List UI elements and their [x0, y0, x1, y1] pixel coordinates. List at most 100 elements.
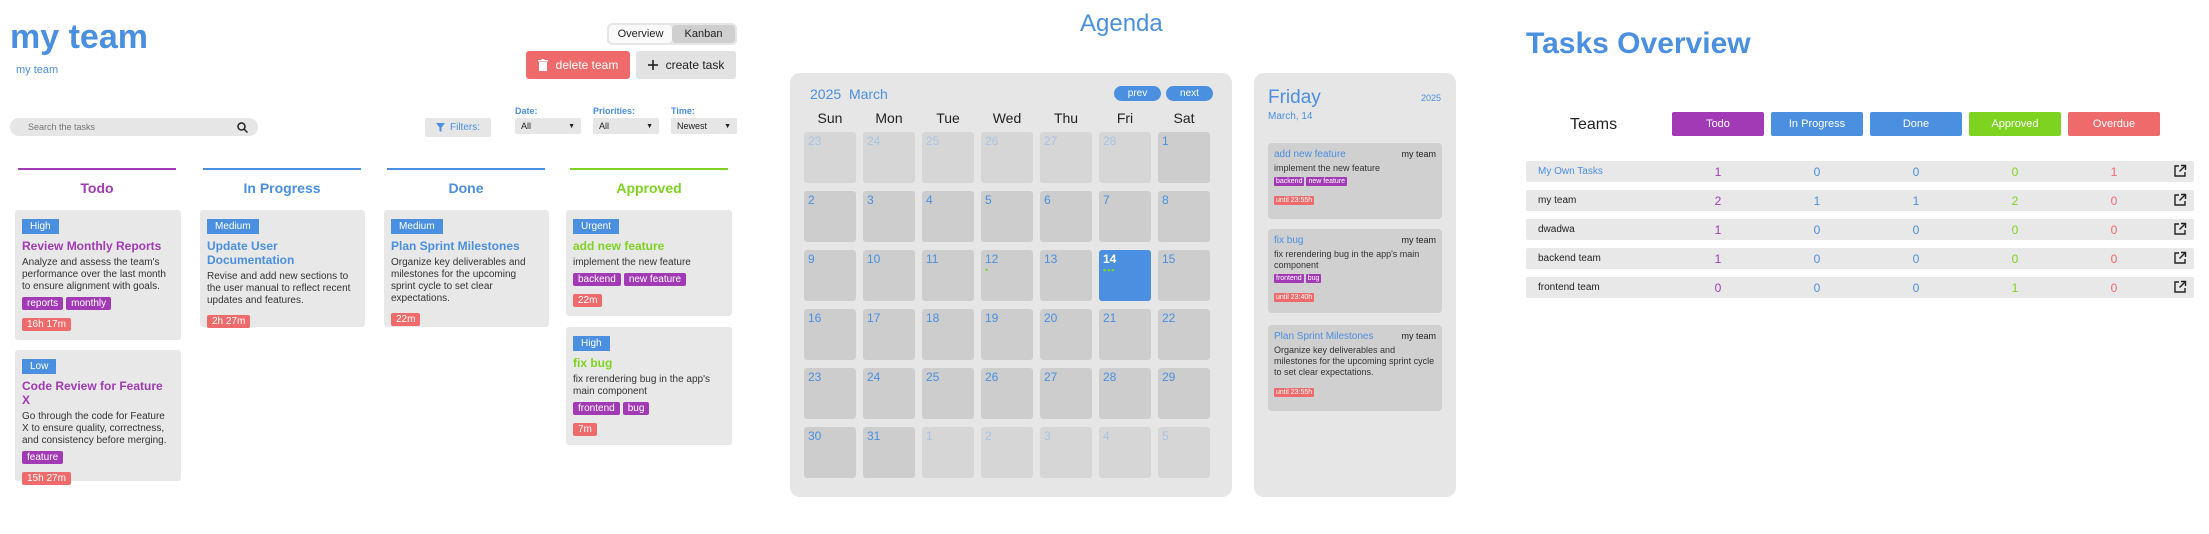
column-header-todo: Todo — [18, 168, 176, 196]
calendar-day[interactable]: 28 — [1099, 132, 1151, 183]
column-header-done: Done — [387, 168, 545, 196]
calendar-day[interactable]: 13 — [1040, 250, 1092, 301]
calendar-day[interactable]: 10 — [863, 250, 915, 301]
calendar-day[interactable]: 21 — [1099, 309, 1151, 360]
next-month-button[interactable]: next — [1166, 86, 1213, 101]
calendar-day[interactable]: 27 — [1040, 132, 1092, 183]
calendar-day[interactable]: 25 — [922, 368, 974, 419]
count-approved: 1 — [2011, 281, 2019, 295]
team-name[interactable]: dwadwa — [1538, 224, 1575, 235]
day-number: 4 — [1103, 429, 1110, 443]
calendar-day[interactable]: 4 — [1099, 427, 1151, 478]
tag: frontend — [573, 402, 620, 415]
external-link-icon[interactable] — [2173, 193, 2187, 207]
day-detail-panel: Friday 2025 March, 14 add new feature my… — [1254, 73, 1456, 497]
day-task-title: add new feature — [1274, 149, 1346, 160]
priority-badge: Medium — [207, 219, 259, 234]
count-approved: 0 — [2011, 165, 2019, 179]
calendar-day[interactable]: 25 — [922, 132, 974, 183]
time-select[interactable]: Newest ▼ — [671, 118, 737, 134]
day-task-team: my team — [1401, 235, 1436, 245]
priority-badge: Low — [22, 359, 57, 374]
calendar-day[interactable]: 2 — [804, 191, 856, 242]
calendar-day[interactable]: 28 — [1099, 368, 1151, 419]
calendar-day[interactable]: 7 — [1099, 191, 1151, 242]
external-link-icon[interactable] — [2173, 280, 2187, 294]
day-number: 25 — [926, 370, 940, 384]
overview-row: backend team 1 0 0 0 0 — [1526, 248, 2194, 269]
calendar-day[interactable]: 4 — [922, 191, 974, 242]
day-task-card[interactable]: add new feature my team implement the ne… — [1268, 143, 1442, 219]
calendar-day[interactable]: 24 — [863, 368, 915, 419]
calendar-day[interactable]: 6 — [1040, 191, 1092, 242]
calendar-day[interactable]: 20 — [1040, 309, 1092, 360]
external-link-icon[interactable] — [2173, 222, 2187, 236]
calendar-day[interactable]: 1 — [922, 427, 974, 478]
calendar-day[interactable]: 23 — [804, 368, 856, 419]
day-number: 25 — [926, 134, 940, 148]
task-card[interactable]: High Review Monthly Reports Analyze and … — [15, 210, 181, 340]
day-number: 18 — [926, 311, 940, 325]
calendar-day[interactable]: 15 — [1158, 250, 1210, 301]
filters-button[interactable]: Filters: — [425, 118, 491, 137]
calendar-day[interactable]: 24 — [863, 132, 915, 183]
day-number: 14 — [1103, 252, 1117, 266]
time-remaining: 22m — [391, 313, 421, 326]
calendar-day[interactable]: 1 — [1158, 132, 1210, 183]
prev-month-button[interactable]: prev — [1114, 86, 1161, 101]
calendar-day[interactable]: 3 — [1040, 427, 1092, 478]
calendar-day[interactable]: 23 — [804, 132, 856, 183]
create-task-button[interactable]: create task — [636, 51, 736, 79]
team-name[interactable]: My Own Tasks — [1538, 166, 1603, 177]
team-name[interactable]: frontend team — [1538, 282, 1600, 293]
day-task-card[interactable]: fix bug my team fix rerendering bug in t… — [1268, 229, 1442, 313]
calendar-day[interactable]: 11 — [922, 250, 974, 301]
calendar-day[interactable]: 31 — [863, 427, 915, 478]
calendar-day[interactable]: 3 — [863, 191, 915, 242]
calendar-day[interactable]: 30 — [804, 427, 856, 478]
calendar-day[interactable]: 29 — [1158, 368, 1210, 419]
tag-list: frontend bug — [1274, 274, 1436, 283]
day-number: 1 — [926, 429, 933, 443]
day-task-description: implement the new feature — [1274, 163, 1381, 173]
search-icon[interactable] — [237, 121, 248, 133]
calendar-day[interactable]: 9 — [804, 250, 856, 301]
delete-team-button[interactable]: delete team — [526, 51, 630, 79]
calendar-day[interactable]: 26 — [981, 368, 1033, 419]
calendar-day[interactable]: 22 — [1158, 309, 1210, 360]
count-in-progress: 0 — [1813, 223, 1821, 237]
calendar-day[interactable]: 26 — [981, 132, 1033, 183]
task-card[interactable]: Medium Plan Sprint Milestones Organize k… — [384, 210, 549, 327]
search-bar — [10, 118, 258, 136]
task-card[interactable]: High fix bug fix rerendering bug in the … — [566, 327, 732, 445]
calendar-day[interactable]: 19 — [981, 309, 1033, 360]
task-card[interactable]: Urgent add new feature implement the new… — [566, 210, 732, 316]
calendar-day[interactable]: 17 — [863, 309, 915, 360]
calendar-day[interactable]: 2 — [981, 427, 1033, 478]
priorities-select[interactable]: All ▼ — [593, 118, 659, 134]
view-toggle[interactable]: Overview Kanban — [607, 23, 737, 45]
calendar-day[interactable]: 27 — [1040, 368, 1092, 419]
count-todo: 1 — [1714, 165, 1722, 179]
task-card[interactable]: Low Code Review for Feature X Go through… — [15, 350, 181, 485]
task-card[interactable]: Medium Update User Documentation Revise … — [200, 210, 365, 328]
count-in-progress: 0 — [1813, 252, 1821, 266]
calendar-day[interactable]: 5 — [1158, 427, 1210, 478]
external-link-icon[interactable] — [2173, 251, 2187, 265]
team-name[interactable]: my team — [1538, 195, 1576, 206]
calendar-day[interactable]: 18 — [922, 309, 974, 360]
calendar-day[interactable]: 16 — [804, 309, 856, 360]
team-name[interactable]: backend team — [1538, 253, 1601, 264]
count-in-progress: 0 — [1813, 281, 1821, 295]
search-input[interactable] — [28, 122, 218, 132]
calendar-day-today[interactable]: 14 ••• — [1099, 250, 1151, 301]
date-select[interactable]: All ▼ — [515, 118, 581, 134]
calendar-day[interactable]: 5 — [981, 191, 1033, 242]
tab-kanban[interactable]: Kanban — [672, 25, 735, 43]
tab-overview[interactable]: Overview — [609, 25, 672, 43]
external-link-icon[interactable] — [2173, 164, 2187, 178]
calendar-day[interactable]: 8 — [1158, 191, 1210, 242]
day-task-card[interactable]: Plan Sprint Milestones my team Organize … — [1268, 325, 1442, 411]
calendar-day[interactable]: 12 • — [981, 250, 1033, 301]
calendar-year: 2025 — [810, 86, 842, 102]
